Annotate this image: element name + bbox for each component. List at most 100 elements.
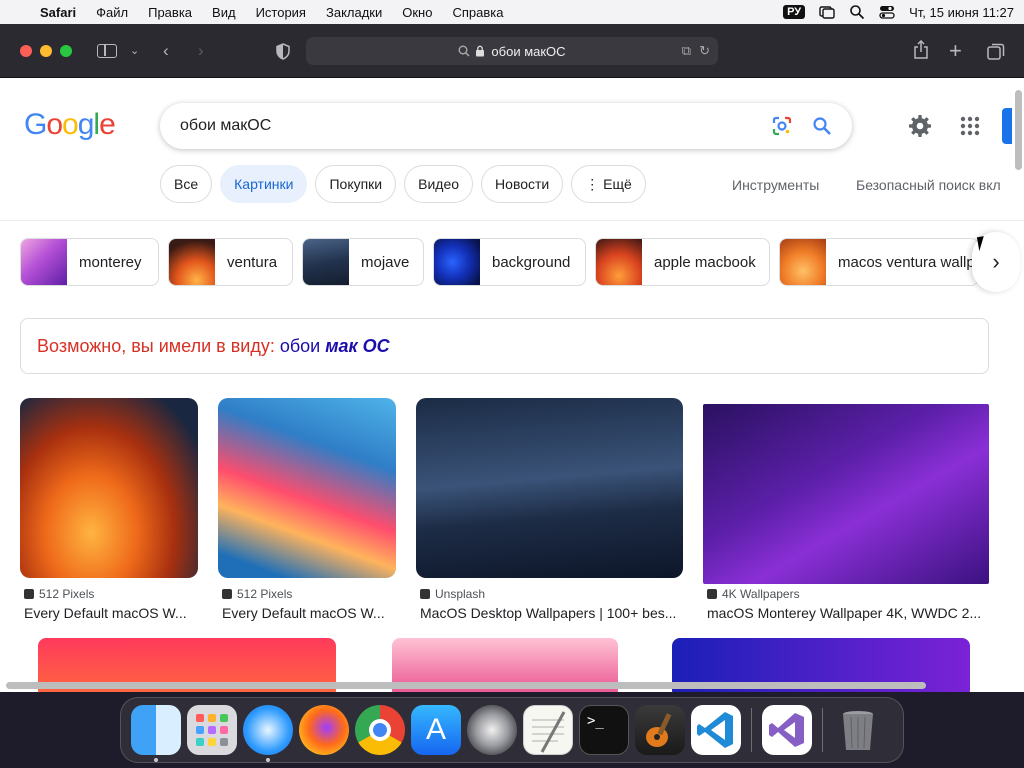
close-window-button[interactable]	[20, 45, 32, 57]
finder-icon[interactable]	[131, 705, 181, 762]
corrected-bold: мак ОС	[325, 335, 390, 356]
image-result[interactable]: 512 Pixels Every Default macOS W...	[218, 398, 396, 621]
share-icon[interactable]	[913, 40, 929, 60]
menu-help[interactable]: Справка	[452, 5, 503, 20]
google-logo[interactable]: Google	[24, 108, 116, 142]
tools-button[interactable]: Инструменты	[732, 177, 819, 193]
safesearch-toggle[interactable]: Безопасный поиск вкл	[856, 177, 1001, 193]
chip-label: macos ventura wallpa	[838, 253, 979, 271]
vertical-scrollbar[interactable]	[1015, 90, 1022, 170]
chip-thumbnail	[780, 239, 826, 285]
firefox-icon[interactable]	[299, 705, 349, 755]
search-icon[interactable]	[812, 116, 832, 136]
mouse-cursor-icon	[976, 234, 994, 252]
address-bar[interactable]: обои макОС ⧉ ↻	[306, 37, 718, 65]
spotlight-search-icon[interactable]	[849, 4, 865, 20]
reload-icon[interactable]: ↻	[699, 43, 710, 59]
related-chip[interactable]: background	[433, 238, 586, 286]
tab-shopping[interactable]: Покупки	[315, 165, 397, 203]
web-page: Google Все Картинки Покупки Видео Новост…	[0, 78, 1024, 692]
launchpad-icon[interactable]	[187, 705, 237, 755]
menu-window[interactable]: Окно	[402, 5, 432, 20]
zoom-window-button[interactable]	[60, 45, 72, 57]
did-you-mean-prefix: Возможно, вы имели в виду:	[37, 335, 275, 356]
result-image[interactable]	[218, 398, 396, 578]
terminal-icon[interactable]: >_	[579, 705, 629, 755]
result-source: Unsplash	[435, 587, 486, 601]
tab-images[interactable]: Картинки	[220, 165, 308, 203]
menu-history[interactable]: История	[256, 5, 306, 20]
did-you-mean-link[interactable]: обои мак ОС	[280, 336, 390, 357]
tab-all[interactable]: Все	[160, 165, 213, 203]
privacy-shield-icon[interactable]	[275, 43, 291, 60]
tab-more[interactable]: ⋮ Ещё	[571, 165, 646, 203]
related-chip[interactable]: ventura	[168, 238, 293, 286]
menu-edit[interactable]: Правка	[148, 5, 192, 20]
settings-gear-icon[interactable]	[908, 114, 932, 138]
minimize-window-button[interactable]	[40, 45, 52, 57]
back-icon[interactable]: ‹	[163, 41, 169, 61]
control-center-icon[interactable]	[879, 4, 895, 20]
sidebar-toggle-icon[interactable]	[97, 44, 117, 58]
chip-label: monterey	[79, 253, 142, 271]
new-tab-icon[interactable]: +	[949, 40, 962, 62]
vscode-icon[interactable]	[691, 705, 741, 755]
garageband-icon[interactable]	[635, 705, 685, 755]
result-source: 512 Pixels	[39, 587, 95, 601]
google-lens-icon[interactable]	[772, 116, 792, 136]
result-source: 512 Pixels	[237, 587, 293, 601]
related-chip[interactable]: apple macbook	[595, 238, 770, 286]
chip-thumbnail	[21, 239, 67, 285]
menu-file[interactable]: Файл	[96, 5, 128, 20]
image-result[interactable]: Unsplash MacOS Desktop Wallpapers | 100+…	[416, 398, 683, 621]
menu-view[interactable]: Вид	[212, 5, 236, 20]
dock-separator	[822, 708, 823, 752]
visual-studio-icon[interactable]	[762, 705, 812, 755]
sign-in-button[interactable]	[1002, 108, 1012, 144]
image-result[interactable]: 4K Wallpapers macOS Monterey Wallpaper 4…	[703, 398, 989, 621]
screen-mirroring-icon[interactable]	[819, 4, 835, 20]
result-source: 4K Wallpapers	[722, 587, 800, 601]
related-searches: monterey ventura mojave background apple…	[20, 238, 979, 286]
menu-bookmarks[interactable]: Закладки	[326, 5, 382, 20]
result-title[interactable]: Every Default macOS W...	[20, 605, 198, 621]
textedit-icon[interactable]	[523, 705, 573, 755]
related-chip[interactable]: macos ventura wallpa	[779, 238, 979, 286]
translate-icon[interactable]: ⧉	[682, 43, 691, 59]
chip-thumbnail	[596, 239, 642, 285]
image-result[interactable]: 512 Pixels Every Default macOS W...	[20, 398, 198, 621]
tab-news[interactable]: Новости	[481, 165, 564, 203]
app-store-icon[interactable]: A	[411, 705, 461, 755]
dock: A >_	[120, 697, 904, 763]
result-title[interactable]: macOS Monterey Wallpaper 4K, WWDC 2...	[703, 605, 989, 621]
forward-icon[interactable]: ›	[198, 41, 204, 61]
result-title[interactable]: Every Default macOS W...	[218, 605, 396, 621]
chevron-down-icon[interactable]: ⌄	[130, 41, 139, 61]
menubar-clock[interactable]: Чт, 15 июня 11:27	[909, 5, 1014, 20]
chrome-icon[interactable]	[355, 705, 405, 755]
result-image[interactable]	[20, 398, 198, 578]
related-chip[interactable]: mojave	[302, 238, 424, 286]
source-favicon-icon	[24, 589, 34, 599]
related-chip[interactable]: monterey	[20, 238, 159, 286]
tab-videos[interactable]: Видео	[404, 165, 474, 203]
chip-label: background	[492, 253, 571, 271]
result-image[interactable]	[703, 404, 989, 584]
source-favicon-icon	[707, 589, 717, 599]
input-source-badge[interactable]: РУ	[783, 5, 806, 19]
result-title[interactable]: MacOS Desktop Wallpapers | 100+ bes...	[416, 605, 683, 621]
safari-icon[interactable]	[243, 705, 293, 762]
horizontal-scrollbar[interactable]	[6, 682, 926, 689]
search-input[interactable]	[180, 114, 740, 138]
chip-label: mojave	[361, 253, 410, 271]
safari-toolbar: ⌄ ‹ › обои макОС ⧉ ↻ +	[0, 24, 1024, 78]
tab-overview-icon[interactable]	[987, 43, 1005, 61]
source-favicon-icon	[222, 589, 232, 599]
corrected-plain: обои	[279, 335, 321, 356]
google-apps-icon[interactable]	[960, 116, 980, 136]
menu-app-name[interactable]: Safari	[40, 5, 76, 20]
result-image[interactable]	[416, 398, 683, 578]
trash-icon[interactable]	[833, 705, 883, 755]
system-settings-icon[interactable]	[467, 705, 517, 755]
source-favicon-icon	[420, 589, 430, 599]
